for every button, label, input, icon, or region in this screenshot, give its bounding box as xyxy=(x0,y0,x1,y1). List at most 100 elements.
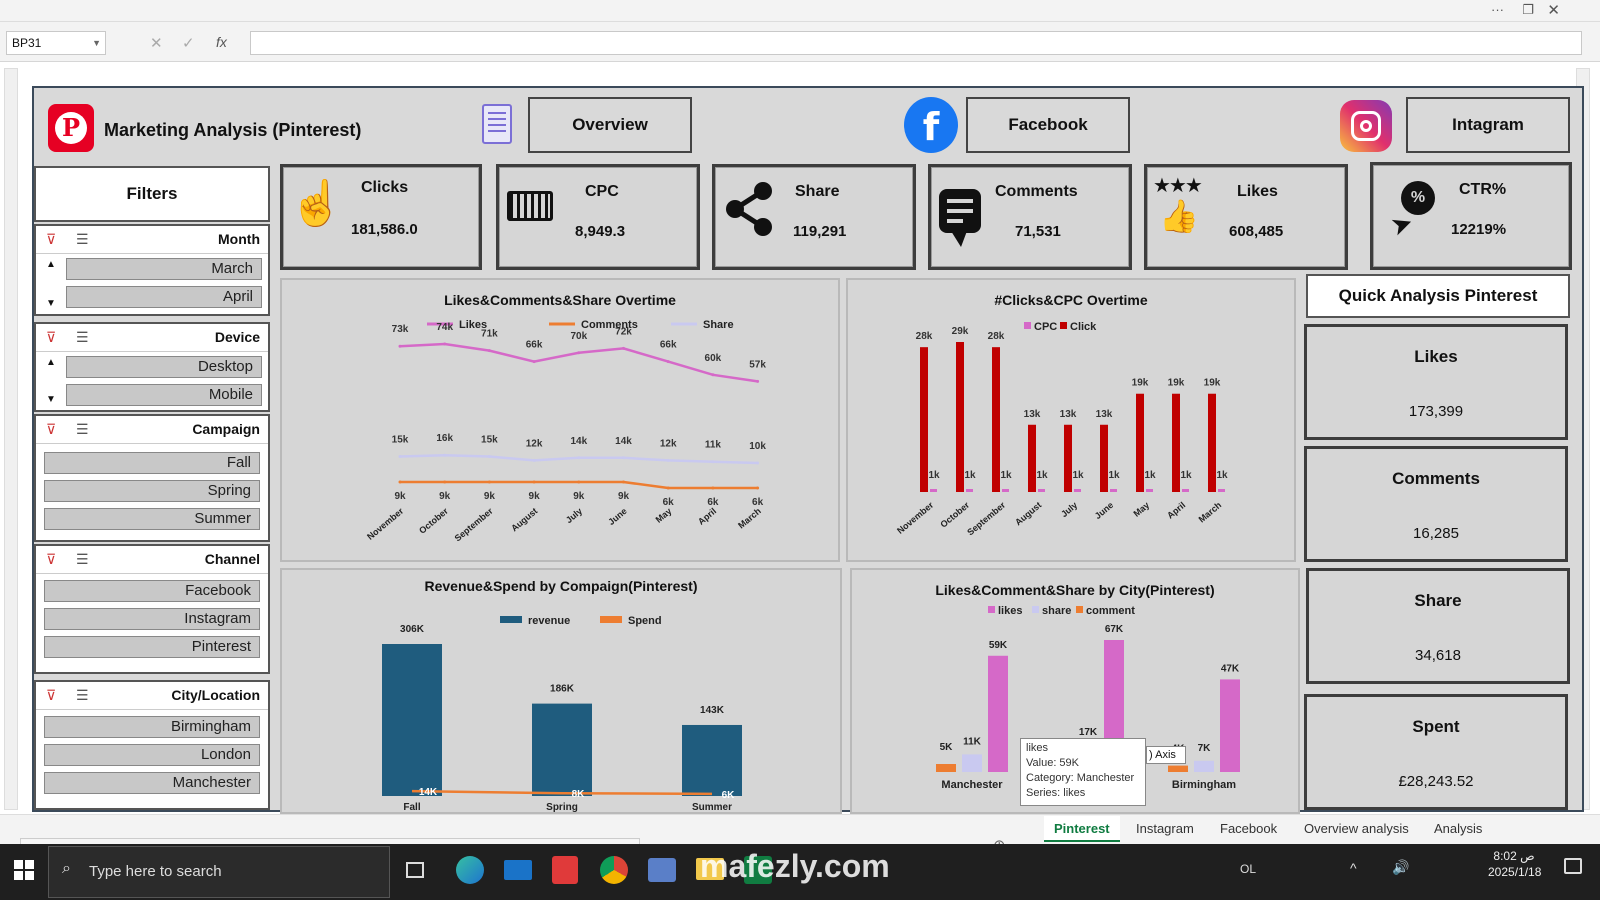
legend-label: likes xyxy=(998,605,1022,617)
quick-card-share: Share 34,618 xyxy=(1306,568,1570,684)
x-tick-label: Summer xyxy=(692,802,732,812)
mail-icon[interactable] xyxy=(504,860,532,880)
data-point xyxy=(711,373,715,377)
close-window-icon[interactable]: ✕ xyxy=(1547,1,1560,19)
more-options-icon[interactable]: ··· xyxy=(1491,2,1504,17)
data-point xyxy=(622,346,625,350)
city-slicer: ⊽ ☰ City/Location Birmingham London Manche… xyxy=(34,680,270,810)
quick-label: Spent xyxy=(1412,717,1460,736)
confirm-formula-icon[interactable]: ✓ xyxy=(182,34,195,52)
data-label: 14k xyxy=(615,436,632,447)
vertical-scrollbar[interactable] xyxy=(4,68,18,810)
kpi-value: 8,949.3 xyxy=(575,223,626,240)
slicer-item-fall[interactable]: Fall xyxy=(44,452,260,474)
multi-select-icon[interactable]: ☰ xyxy=(76,687,89,704)
legend-label: Click xyxy=(1070,321,1097,333)
facebook-button[interactable]: Facebook xyxy=(966,97,1130,153)
data-label: 28k xyxy=(916,331,933,342)
data-label: 57k xyxy=(749,359,766,370)
slicer-item-summer[interactable]: Summer xyxy=(44,508,260,530)
data-label: 1k xyxy=(1000,470,1012,481)
instagram-logo-icon xyxy=(1340,100,1392,152)
multi-select-icon[interactable]: ☰ xyxy=(76,421,89,438)
slicer-item-desktop[interactable]: Desktop xyxy=(66,356,262,378)
data-label: 71k xyxy=(481,329,498,340)
slicer-item-mobile[interactable]: Mobile xyxy=(66,384,262,406)
scroll-down-icon[interactable]: ▼ xyxy=(46,394,56,405)
data-point xyxy=(532,360,536,364)
x-tick-label: November xyxy=(895,500,936,536)
cancel-formula-icon[interactable]: ✕ xyxy=(150,34,163,52)
clear-filter-icon[interactable]: ⊽ xyxy=(46,421,56,438)
app-icon[interactable] xyxy=(648,858,676,882)
clear-filter-icon[interactable]: ⊽ xyxy=(46,687,56,704)
tab-instagram[interactable]: Instagram xyxy=(1126,816,1204,842)
edge-browser-icon[interactable] xyxy=(456,856,484,884)
overview-button[interactable]: Overview xyxy=(528,97,692,153)
name-box[interactable]: BP31 ▼ xyxy=(6,31,106,55)
clear-filter-icon[interactable]: ⊽ xyxy=(46,329,56,346)
notifications-icon[interactable] xyxy=(1564,858,1582,874)
bar-click xyxy=(1172,393,1180,492)
data-label: 1k xyxy=(964,470,976,481)
formula-input[interactable] xyxy=(250,31,1582,55)
kpi-card-cpc: CPC 8,949.3 xyxy=(496,164,700,270)
bar-cpc xyxy=(1038,489,1045,492)
chrome-icon[interactable] xyxy=(600,856,628,884)
data-point xyxy=(577,351,581,355)
share-icon xyxy=(726,182,772,236)
data-label: 13k xyxy=(1024,409,1041,420)
data-label: 17K xyxy=(1079,727,1098,738)
slicer-item-london[interactable]: London xyxy=(44,744,260,766)
language-indicator[interactable]: OL xyxy=(1240,862,1256,876)
slicer-item-manchester[interactable]: Manchester xyxy=(44,772,260,794)
quick-card-spent: Spent £28,243.52 xyxy=(1304,694,1568,810)
function-icon[interactable]: fx xyxy=(216,34,227,50)
taskbar-search[interactable]: Type here to search xyxy=(48,846,390,898)
tab-pinterest[interactable]: Pinterest xyxy=(1044,816,1120,842)
task-view-icon[interactable] xyxy=(406,862,424,878)
multi-select-icon[interactable]: ☰ xyxy=(76,329,89,346)
multi-select-icon[interactable]: ☰ xyxy=(76,231,89,248)
slicer-item-march[interactable]: March xyxy=(66,258,262,280)
x-tick-label: July xyxy=(564,506,584,525)
data-label: 1k xyxy=(1144,470,1156,481)
window-title-bar: ··· ❐ ✕ xyxy=(0,0,1600,22)
clear-filter-icon[interactable]: ⊽ xyxy=(46,551,56,568)
clock[interactable]: 8:02 ص 2025/1/18 xyxy=(1488,848,1541,880)
slicer-item-birmingham[interactable]: Birmingham xyxy=(44,716,260,738)
data-point xyxy=(487,480,491,484)
slicer-item-instagram[interactable]: Instagram xyxy=(44,608,260,630)
data-label: 306K xyxy=(400,624,425,635)
x-tick-label: Birmingham xyxy=(1172,779,1236,791)
x-tick-label: Spring xyxy=(546,802,578,812)
x-tick-label: April xyxy=(696,506,718,527)
month-slicer: ⊽ ☰ Month ▲ ▼ March April xyxy=(34,224,270,316)
scroll-up-icon[interactable]: ▲ xyxy=(46,259,56,270)
axis-tooltip-partial: ) Axis xyxy=(1146,746,1186,764)
clear-filter-icon[interactable]: ⊽ xyxy=(46,231,56,248)
tab-facebook[interactable]: Facebook xyxy=(1210,816,1287,842)
tab-analysis[interactable]: Analysis xyxy=(1424,816,1492,842)
slicer-item-spring[interactable]: Spring xyxy=(44,480,260,502)
x-tick-label: September xyxy=(453,506,495,544)
scroll-up-icon[interactable]: ▲ xyxy=(46,357,56,368)
restore-window-icon[interactable]: ❐ xyxy=(1522,2,1534,18)
data-label: 7K xyxy=(1198,743,1212,754)
slicer-item-facebook[interactable]: Facebook xyxy=(44,580,260,602)
multi-select-icon[interactable]: ☰ xyxy=(76,551,89,568)
data-point xyxy=(487,349,491,353)
bar-cpc xyxy=(1182,489,1189,492)
store-gift-icon[interactable] xyxy=(552,856,578,884)
scroll-down-icon[interactable]: ▼ xyxy=(46,298,56,309)
tab-overview-analysis[interactable]: Overview analysis xyxy=(1294,816,1419,842)
windows-start-icon[interactable] xyxy=(14,860,34,880)
instagram-button[interactable]: Intagram xyxy=(1406,97,1570,153)
search-icon: ⌕ xyxy=(62,860,71,877)
data-point xyxy=(666,458,670,462)
volume-icon[interactable]: 🔊 xyxy=(1392,859,1409,876)
slicer-item-april[interactable]: April xyxy=(66,286,262,308)
slicer-item-pinterest[interactable]: Pinterest xyxy=(44,636,260,658)
chevron-up-icon[interactable]: ^ xyxy=(1350,860,1357,876)
bar-click xyxy=(1028,424,1036,492)
